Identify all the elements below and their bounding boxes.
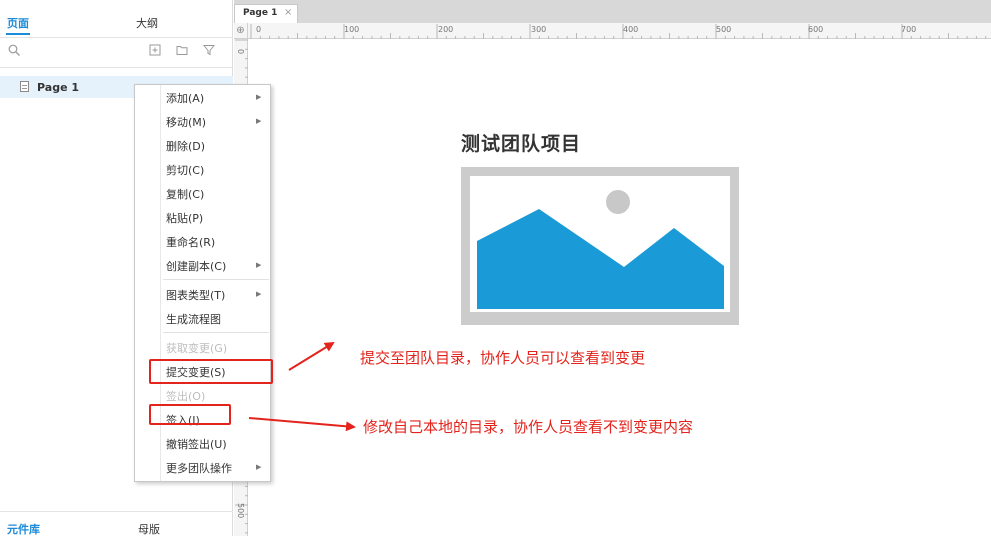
ruler-label: 500 [236, 503, 245, 519]
image-placeholder[interactable] [461, 167, 739, 325]
horizontal-ruler: 0 100 200 300 400 500 600 700 [234, 23, 991, 39]
divider [0, 37, 233, 38]
menu-separator [163, 279, 269, 280]
tab-library[interactable]: 元件库 [7, 521, 40, 536]
menu-item-paste[interactable]: 粘贴(P) [166, 210, 203, 226]
active-tab-indicator [6, 33, 30, 35]
app-window: 页面 大纲 Page 1 元件库 母版 Page 1 × 0 100 200 3… [0, 0, 991, 536]
document-tab[interactable]: Page 1 × [234, 4, 298, 23]
annotation-checkin: 修改自己本地的目录，协作人员查看不到变更内容 [363, 418, 694, 436]
page-tree-item-label: Page 1 [37, 81, 80, 94]
ruler-label: 700 [901, 25, 917, 34]
submenu-arrow-icon: ▶ [256, 117, 262, 125]
menu-item-delete[interactable]: 删除(D) [166, 138, 205, 154]
ruler-label: 400 [623, 25, 639, 34]
menu-item-get-changes: 获取变更(G) [166, 342, 228, 355]
document-tab-label: Page 1 [243, 8, 278, 18]
close-icon[interactable]: × [284, 7, 292, 18]
highlight-box-checkin [149, 404, 231, 425]
ruler-label: 200 [438, 25, 454, 34]
menu-item-diagram-type[interactable]: 图表类型(T) [166, 287, 225, 303]
menu-item-duplicate[interactable]: 创建副本(C) [166, 258, 226, 274]
tab-pages[interactable]: 页面 [7, 15, 29, 31]
search-icon[interactable] [8, 44, 20, 56]
divider [0, 67, 233, 68]
page-icon [20, 81, 29, 92]
filter-icon[interactable] [203, 44, 215, 56]
menu-item-cut[interactable]: 剪切(C) [166, 162, 204, 178]
menu-item-check-out: 签出(O) [166, 390, 206, 403]
tab-outline[interactable]: 大纲 [136, 15, 158, 31]
crosshair-icon[interactable]: ⊕ [234, 23, 248, 39]
highlight-box-commit [149, 359, 273, 384]
ruler-label: 300 [531, 25, 547, 34]
ruler-label: 0 [236, 49, 245, 55]
submenu-arrow-icon: ▶ [256, 463, 262, 471]
divider [0, 511, 233, 512]
annotation-commit: 提交至团队目录，协作人员可以查看到变更 [360, 349, 646, 367]
ruler-label: 100 [344, 25, 360, 34]
ruler-label: 600 [808, 25, 824, 34]
menu-item-copy[interactable]: 复制(C) [166, 186, 204, 202]
menu-item-add[interactable]: 添加(A) [166, 90, 204, 106]
add-page-icon[interactable] [149, 44, 161, 56]
arrow-icon [288, 341, 335, 371]
menu-item-undo-checkout[interactable]: 撤销签出(U) [166, 436, 227, 452]
ruler-label: 500 [716, 25, 732, 34]
folder-icon[interactable] [176, 44, 188, 56]
ruler-label: 0 [256, 25, 262, 34]
canvas-title[interactable]: 测试团队项目 [461, 129, 581, 156]
sun-icon [606, 190, 630, 214]
submenu-arrow-icon: ▶ [256, 290, 262, 298]
document-tab-bar: Page 1 × [234, 0, 991, 23]
submenu-arrow-icon: ▶ [256, 261, 262, 269]
menu-separator [163, 332, 269, 333]
menu-item-move[interactable]: 移动(M) [166, 114, 206, 130]
menu-item-more-team-actions[interactable]: 更多团队操作 [166, 460, 232, 476]
menu-item-generate-flowchart[interactable]: 生成流程图 [166, 311, 221, 327]
tab-masters[interactable]: 母版 [138, 521, 160, 536]
submenu-arrow-icon: ▶ [256, 93, 262, 101]
menu-item-rename[interactable]: 重命名(R) [166, 234, 215, 250]
